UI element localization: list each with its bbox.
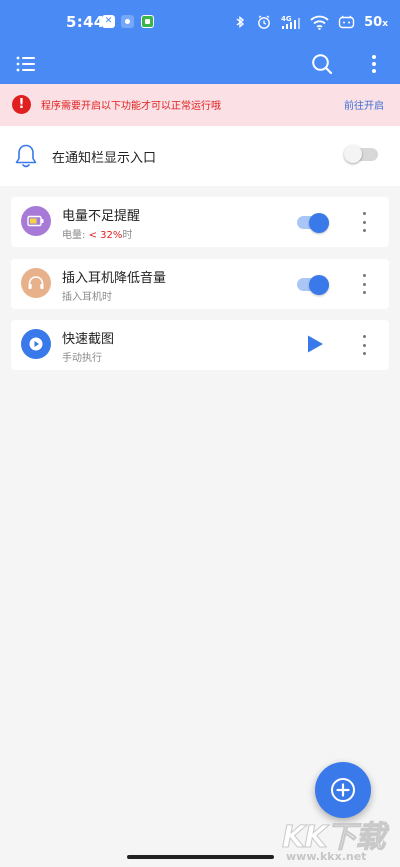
screenshot-icon [21,329,51,359]
wifi-icon [310,15,329,30]
task-condition: 插入耳机时 [62,292,112,303]
toggle-thumb [344,145,362,163]
battery-icon [21,206,51,236]
headphones-icon [21,268,51,298]
app-notification-icon: ✕ [102,15,115,28]
battery-saver-icon [338,15,355,29]
notification-entry-label: 在通知栏显示入口 [52,151,157,166]
task-more-button[interactable] [355,273,373,295]
status-bar: 5:44 ✕ 4G 50x [0,0,400,44]
watermark-url: www.kkx.net [286,850,367,863]
battery-percent: 50x [364,14,388,30]
task-title: 电量不足提醒 [62,209,141,224]
task-condition: 电量: < 32%时 [62,230,133,241]
task-more-button[interactable] [355,211,373,233]
permission-warning-banner: ! 程序需要开启以下功能才可以正常运行哦 前往开启 [0,84,400,126]
list-menu-icon [16,56,35,72]
search-button[interactable] [306,48,338,80]
home-indicator[interactable] [127,855,274,859]
task-card-low-battery[interactable]: 电量不足提醒 电量: < 32%时 [11,197,389,247]
search-icon [312,54,333,75]
warning-text: 程序需要开启以下功能才可以正常运行哦 [41,101,221,112]
alarm-icon [258,15,270,29]
task-title: 快速截图 [62,332,115,347]
task-more-button[interactable] [355,334,373,356]
status-time: 5:44 [66,13,105,31]
add-task-button[interactable] [315,762,371,818]
alert-icon: ! [12,95,31,114]
toggle-thumb [309,275,329,295]
bluetooth-icon [236,16,245,28]
task-card-quick-screenshot[interactable]: 快速截图 手动执行 [11,320,389,370]
menu-button[interactable] [10,48,42,80]
app-notification-icon [121,15,134,28]
svg-text:4G: 4G [281,15,292,23]
bell-icon [15,144,37,168]
go-enable-link[interactable]: 前往开启 [344,97,384,112]
battery-threshold: < 32% [88,230,123,241]
toggle-thumb [309,213,329,233]
notification-entry-row: 在通知栏显示入口 [0,126,400,186]
app-notification-icon [141,15,154,28]
status-indicators: 4G 50x [233,13,388,31]
cellular-signal-icon: 4G [281,15,301,29]
site-watermark: KK下载 www.kkx.net [282,812,398,866]
add-icon [331,778,355,802]
more-vertical-icon [372,55,376,73]
task-title: 插入耳机降低音量 [62,271,167,286]
play-icon[interactable] [305,334,325,354]
app-bar [0,44,400,84]
more-options-button[interactable] [358,48,390,80]
task-condition: 手动执行 [62,353,102,364]
task-card-headphone-volume[interactable]: 插入耳机降低音量 插入耳机时 [11,259,389,309]
